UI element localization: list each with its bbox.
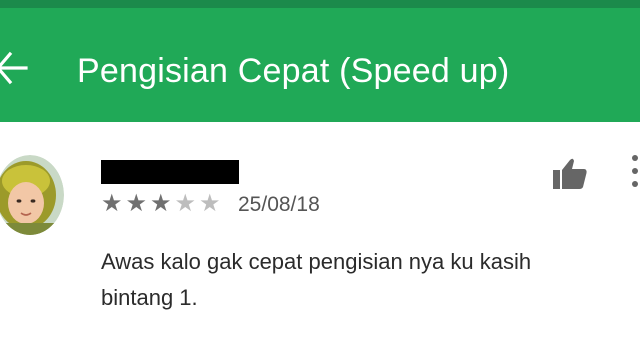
review-card: ★ ★ ★ ★ ★ 25/08/18 Awas kalo gak cepat p… bbox=[0, 122, 640, 360]
app-bar: Pengisian Cepat (Speed up) bbox=[0, 8, 640, 122]
star-empty-icon: ★ bbox=[199, 190, 221, 217]
more-dot bbox=[632, 168, 638, 174]
star-filled-icon: ★ bbox=[125, 190, 148, 217]
review-text: Awas kalo gak cepat pengisian nya ku kas… bbox=[101, 249, 532, 310]
star-filled-icon: ★ bbox=[101, 190, 123, 217]
helpful-button[interactable] bbox=[550, 154, 590, 194]
arrow-left-icon bbox=[0, 48, 30, 88]
star-empty-icon: ★ bbox=[174, 190, 197, 217]
reviewer-name-redacted bbox=[101, 160, 239, 184]
more-dot bbox=[632, 181, 638, 187]
avatar[interactable] bbox=[0, 155, 64, 235]
page-title: Pengisian Cepat (Speed up) bbox=[77, 52, 510, 90]
review-date: 25/08/18 bbox=[238, 193, 320, 216]
status-bar bbox=[0, 0, 640, 8]
more-vert-icon[interactable] bbox=[630, 155, 640, 189]
star-rating: ★ ★ ★ ★ ★ bbox=[101, 192, 224, 216]
more-dot bbox=[632, 155, 638, 161]
thumbs-up-icon bbox=[550, 158, 590, 198]
star-filled-icon: ★ bbox=[150, 190, 172, 217]
back-button[interactable] bbox=[0, 48, 30, 88]
